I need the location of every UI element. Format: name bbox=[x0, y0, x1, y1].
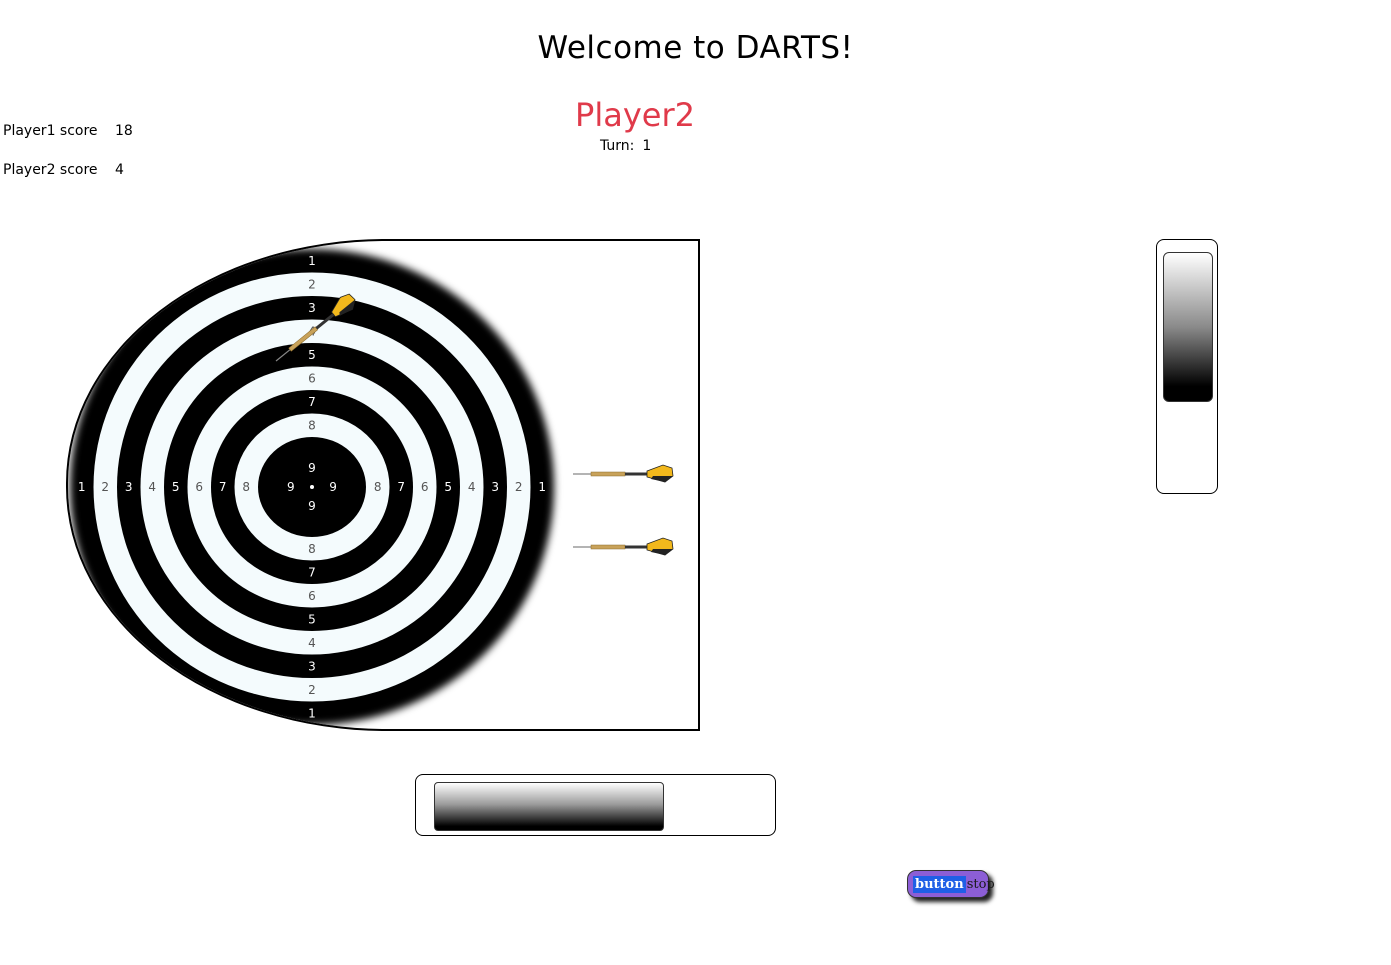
waiting-dart-icon bbox=[573, 464, 674, 483]
ring-label-1-left: 1 bbox=[78, 480, 86, 494]
turn-value: 1 bbox=[642, 138, 652, 154]
stop-button[interactable]: button stop bbox=[907, 870, 995, 898]
ring-label-3-top: 3 bbox=[308, 301, 316, 315]
ring-label-8-right: 8 bbox=[374, 480, 382, 494]
ring-label-5-right: 5 bbox=[444, 480, 452, 494]
ring-label-9-right: 9 bbox=[329, 480, 337, 494]
ring-label-5-top: 5 bbox=[308, 348, 316, 362]
ring-label-6-right: 6 bbox=[421, 480, 429, 494]
ring-label-7-left: 7 bbox=[219, 480, 227, 494]
waiting-dart-icon bbox=[573, 537, 674, 556]
player2-score-value: 4 bbox=[115, 162, 124, 178]
turn-indicator: Turn: 1 bbox=[600, 138, 651, 154]
ring-label-4-left: 4 bbox=[148, 480, 156, 494]
player1-score-value: 18 bbox=[115, 123, 133, 139]
ring-label-8-left: 8 bbox=[242, 480, 250, 494]
horizontal-power-meter bbox=[415, 774, 776, 836]
ring-label-1-top: 1 bbox=[308, 254, 316, 268]
player2-score-label: Player2 score bbox=[3, 162, 98, 178]
player1-score-label: Player1 score bbox=[3, 123, 98, 139]
ring-label-3-bottom: 3 bbox=[308, 659, 316, 673]
ring-label-2-left: 2 bbox=[101, 480, 109, 494]
ring-label-7-top: 7 bbox=[308, 395, 316, 409]
stop-button-sub-label: stop bbox=[966, 876, 995, 892]
dartboard[interactable]: 111122223333444455556666777788889999 bbox=[68, 241, 698, 729]
ring-label-1-bottom: 1 bbox=[308, 706, 316, 720]
vertical-power-meter bbox=[1156, 239, 1218, 494]
ring-label-6-left: 6 bbox=[195, 480, 203, 494]
horizontal-power-fill bbox=[434, 782, 664, 831]
bullseye-dot bbox=[310, 485, 314, 489]
ring-label-3-left: 3 bbox=[125, 480, 133, 494]
player1-score-row: Player1 score 18 bbox=[3, 123, 133, 139]
ring-label-4-right: 4 bbox=[468, 480, 476, 494]
ring-label-8-top: 8 bbox=[308, 418, 316, 432]
ring-label-5-bottom: 5 bbox=[308, 612, 316, 626]
ring-label-7-bottom: 7 bbox=[308, 565, 316, 579]
ring-label-4-bottom: 4 bbox=[308, 636, 316, 650]
ring-label-1-right: 1 bbox=[538, 480, 546, 494]
ring-label-5-left: 5 bbox=[172, 480, 180, 494]
stop-button-main-label: button bbox=[913, 875, 966, 893]
ring-label-3-right: 3 bbox=[491, 480, 499, 494]
ring-label-7-right: 7 bbox=[397, 480, 405, 494]
dartboard-area[interactable]: 111122223333444455556666777788889999 bbox=[66, 239, 700, 731]
vertical-power-fill bbox=[1163, 252, 1213, 402]
ring-label-6-top: 6 bbox=[308, 371, 316, 385]
ring-label-8-bottom: 8 bbox=[308, 542, 316, 556]
current-player-name: Player2 bbox=[575, 96, 695, 134]
ring-label-2-right: 2 bbox=[515, 480, 523, 494]
player2-score-row: Player2 score 4 bbox=[3, 162, 124, 178]
ring-label-6-bottom: 6 bbox=[308, 589, 316, 603]
ring-label-9-left: 9 bbox=[287, 480, 295, 494]
ring-label-2-bottom: 2 bbox=[308, 683, 316, 697]
page-title: Welcome to DARTS! bbox=[537, 30, 854, 66]
turn-label: Turn: bbox=[600, 138, 635, 154]
ring-label-2-top: 2 bbox=[308, 277, 316, 291]
ring-label-9-bottom: 9 bbox=[308, 499, 316, 513]
ring-label-9-top: 9 bbox=[308, 461, 316, 475]
